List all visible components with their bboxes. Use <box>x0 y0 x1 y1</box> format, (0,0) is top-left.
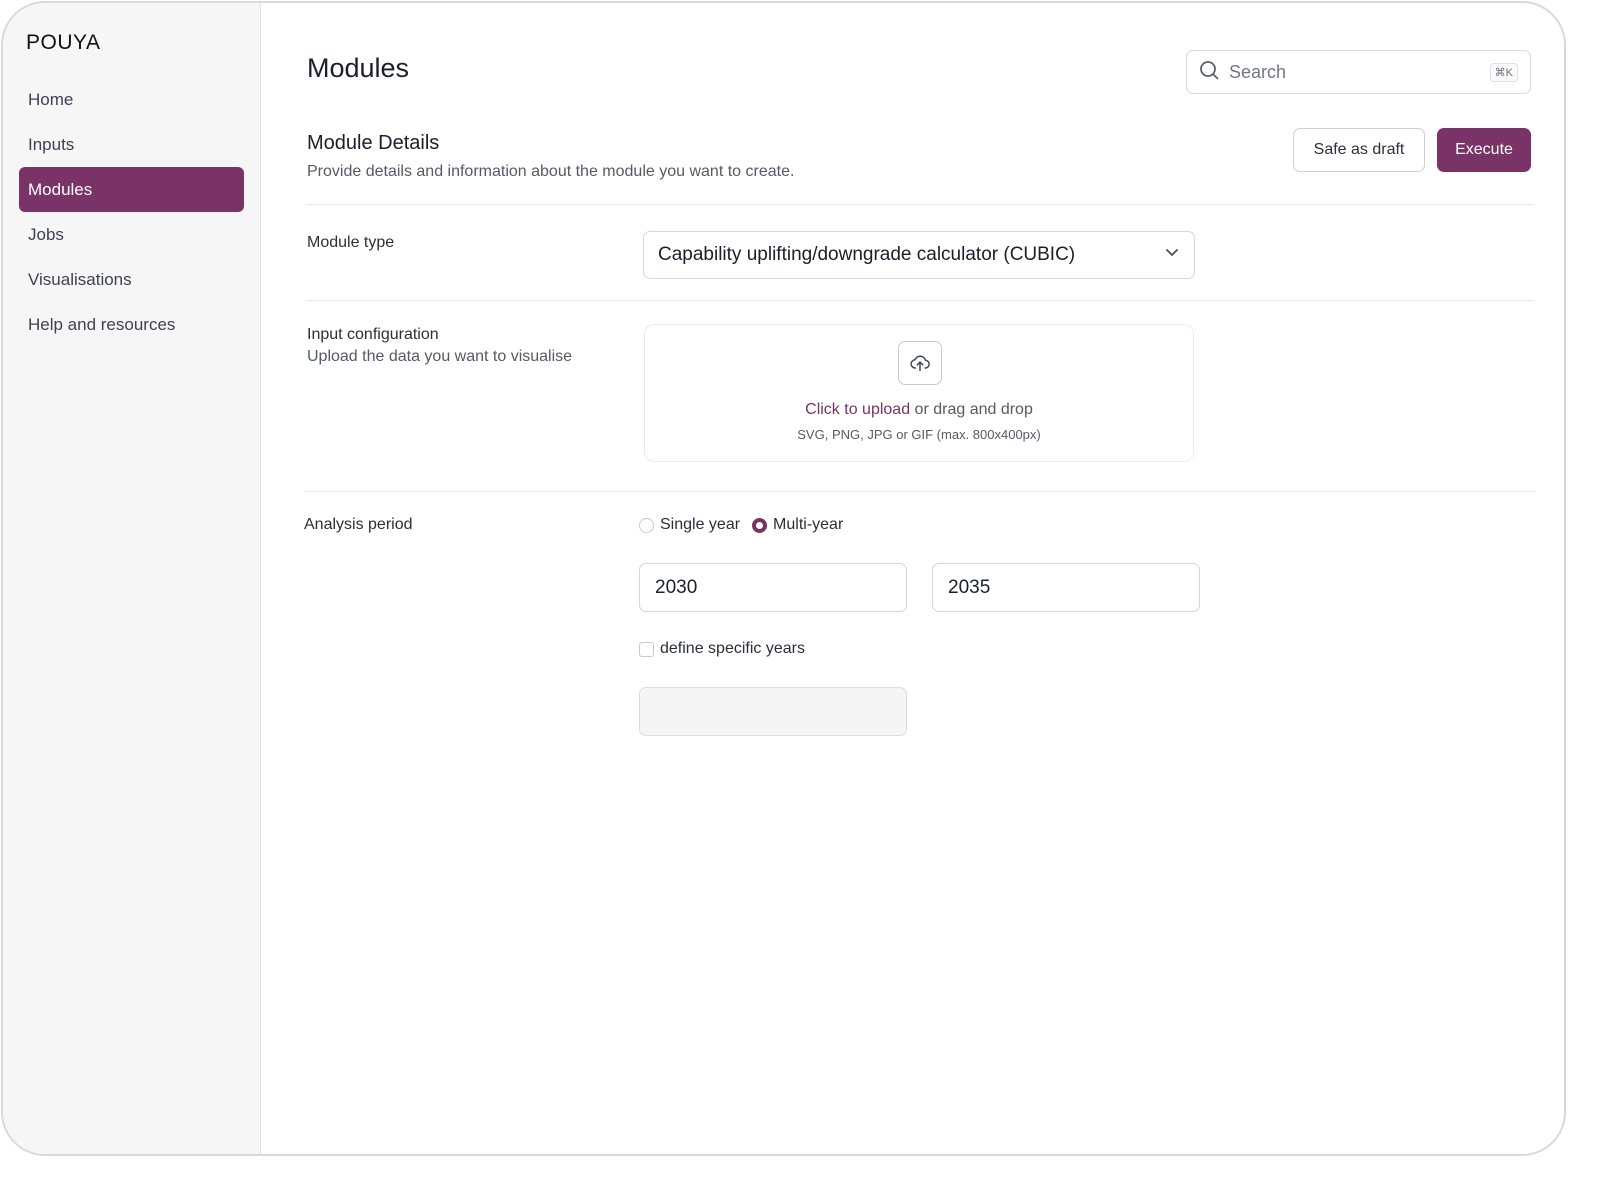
drag-and-drop-text: or drag and drop <box>914 401 1033 418</box>
upload-instructions: Click to upload or drag and drop <box>645 401 1193 419</box>
sidebar: POUYA Home Inputs Modules Jobs Visualisa… <box>3 3 261 1154</box>
file-upload-dropzone[interactable]: Click to upload or drag and drop SVG, PN… <box>644 324 1194 462</box>
search-icon <box>1199 60 1219 85</box>
search-box[interactable]: ⌘K <box>1186 50 1531 94</box>
multi-year-label: Multi-year <box>773 516 844 533</box>
sidebar-item-jobs[interactable]: Jobs <box>19 212 244 257</box>
end-year-input[interactable] <box>932 563 1200 612</box>
module-details-subtitle: Provide details and information about th… <box>307 163 795 180</box>
analysis-period-options: Single year Multi-year <box>639 516 855 534</box>
sidebar-item-home[interactable]: Home <box>19 77 244 122</box>
execute-button[interactable]: Execute <box>1437 128 1531 172</box>
start-year-input[interactable] <box>639 563 907 612</box>
sidebar-nav: Home Inputs Modules Jobs Visualisations … <box>19 77 244 347</box>
single-year-label: Single year <box>660 516 741 533</box>
click-to-upload-link[interactable]: Click to upload <box>805 401 910 418</box>
define-specific-years-option[interactable]: define specific years <box>639 640 805 658</box>
sidebar-item-help-and-resources[interactable]: Help and resources <box>19 302 244 347</box>
brand-logo: POUYA <box>26 31 101 54</box>
sidebar-item-modules[interactable]: Modules <box>19 167 244 212</box>
define-specific-years-label: define specific years <box>660 640 805 657</box>
search-shortcut-badge: ⌘K <box>1489 62 1518 82</box>
module-type-selected-value: Capability uplifting/downgrade calculato… <box>658 244 1076 265</box>
divider <box>307 300 1533 301</box>
sidebar-item-inputs[interactable]: Inputs <box>19 122 244 167</box>
chevron-down-icon <box>1164 244 1180 266</box>
define-specific-years-checkbox[interactable] <box>639 641 654 657</box>
upload-cloud-icon[interactable] <box>898 341 942 385</box>
main-content: Modules ⌘K Module Details Provide detail… <box>261 3 1564 1154</box>
multi-year-option[interactable]: Multi-year <box>752 516 843 534</box>
single-year-radio[interactable] <box>639 517 654 533</box>
search-input[interactable] <box>1229 61 1490 83</box>
app-window: POUYA Home Inputs Modules Jobs Visualisa… <box>1 1 1566 1156</box>
input-configuration-sublabel: Upload the data you want to visualise <box>307 348 573 365</box>
single-year-option[interactable]: Single year <box>639 516 740 534</box>
multi-year-radio[interactable] <box>752 517 768 533</box>
upload-file-hint: SVG, PNG, JPG or GIF (max. 800x400px) <box>797 427 1041 442</box>
divider <box>304 491 1536 492</box>
divider <box>307 204 1533 205</box>
input-configuration-label: Input configuration <box>307 326 439 343</box>
module-details-title: Module Details <box>307 132 440 154</box>
page-title: Modules <box>307 53 410 83</box>
specific-years-input[interactable] <box>639 687 907 736</box>
analysis-period-label: Analysis period <box>304 516 413 533</box>
module-type-select[interactable]: Capability uplifting/downgrade calculato… <box>643 231 1195 279</box>
module-type-label: Module type <box>307 234 395 251</box>
sidebar-item-visualisations[interactable]: Visualisations <box>19 257 244 302</box>
save-as-draft-button[interactable]: Safe as draft <box>1293 128 1425 172</box>
